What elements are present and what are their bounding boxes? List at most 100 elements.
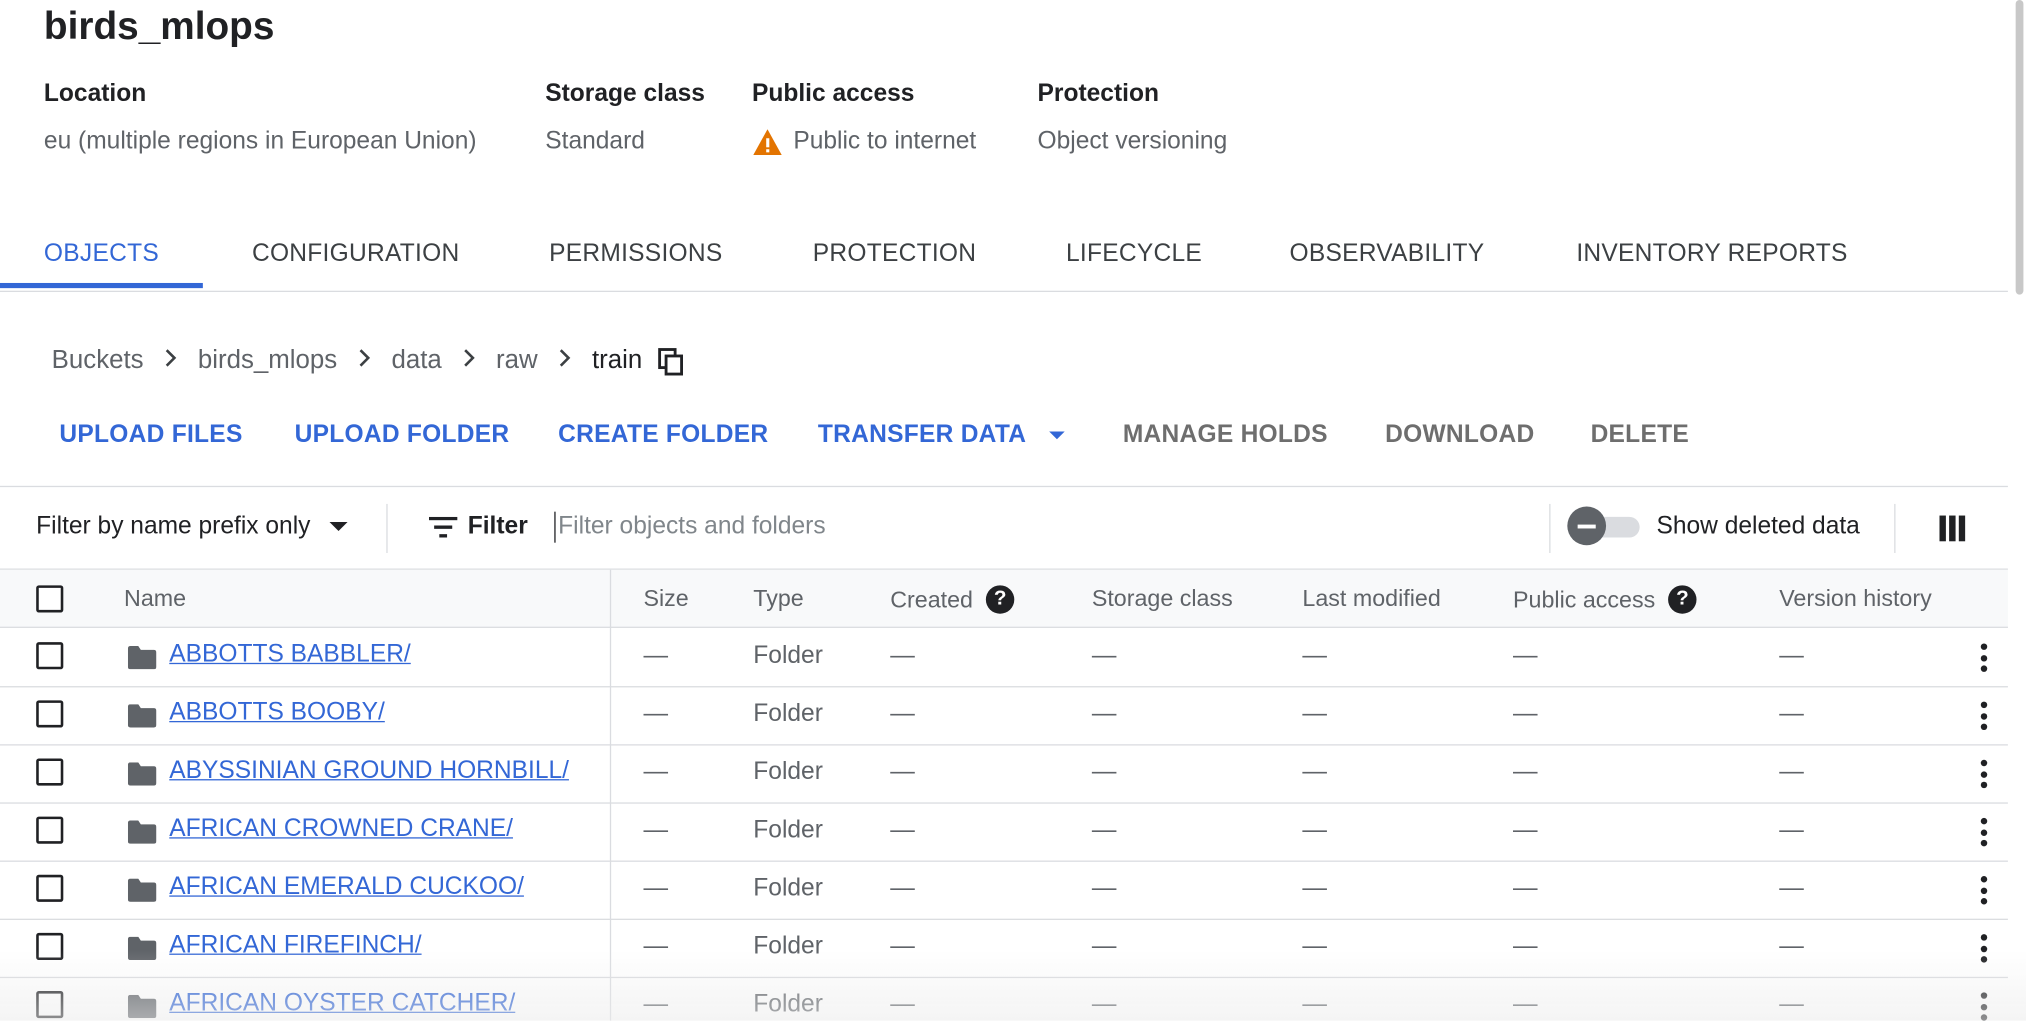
tab-configuration[interactable]: CONFIGURATION xyxy=(252,240,459,268)
more-vert-icon[interactable] xyxy=(1978,992,1988,1021)
table-row[interactable]: AFRICAN CROWNED CRANE/ — Folder — — — — — xyxy=(0,802,2008,862)
cell-storage-class: — xyxy=(1091,991,1117,1019)
more-vert-icon[interactable] xyxy=(1978,759,1988,789)
tab-observability[interactable]: OBSERVABILITY xyxy=(1290,240,1485,268)
column-display-icon[interactable] xyxy=(1939,515,1966,542)
breadcrumb-bucket[interactable]: birds_mlops xyxy=(198,346,337,376)
table-row[interactable]: ABBOTTS BOOBY/ — Folder — — — — — xyxy=(0,686,2008,746)
row-checkbox[interactable] xyxy=(36,991,64,1019)
column-version-history[interactable]: Version history xyxy=(1779,585,1932,612)
column-name[interactable]: Name xyxy=(124,585,186,612)
location-info: Location eu (multiple regions in Europea… xyxy=(44,80,477,156)
cell-storage-class: — xyxy=(1091,758,1117,786)
column-created[interactable]: Created ? xyxy=(890,585,1015,614)
page-scrollbar[interactable] xyxy=(2015,0,2024,295)
manage-holds-button[interactable]: MANAGE HOLDS xyxy=(1123,421,1328,449)
chevron-right-icon xyxy=(558,348,571,375)
cell-version-history: — xyxy=(1779,874,1804,902)
cell-type: Folder xyxy=(753,874,823,902)
more-vert-icon[interactable] xyxy=(1978,817,1988,847)
folder-link[interactable]: AFRICAN OYSTER CATCHER/ xyxy=(169,990,515,1018)
cell-public-access: — xyxy=(1513,932,1538,961)
bucket-details-page: birds_mlops Location eu (multiple region… xyxy=(0,0,2026,1021)
breadcrumb-raw[interactable]: raw xyxy=(496,346,538,376)
column-public-access[interactable]: Public access ? xyxy=(1513,585,1697,614)
cell-storage-class: — xyxy=(1091,700,1117,728)
cell-created: — xyxy=(890,816,915,844)
folder-icon xyxy=(127,704,157,728)
column-storage-class[interactable]: Storage class xyxy=(1092,585,1233,612)
folder-link[interactable]: ABBOTTS BABBLER/ xyxy=(169,641,410,669)
cell-public-access: — xyxy=(1513,642,1538,670)
tab-objects[interactable]: OBJECTS xyxy=(44,240,159,268)
table-row[interactable]: AFRICAN EMERALD CUCKOO/ — Folder — — — — — xyxy=(0,861,2008,920)
filter-list-icon xyxy=(428,516,458,538)
column-last-modified[interactable]: Last modified xyxy=(1302,585,1440,612)
cell-size: — xyxy=(643,932,669,961)
chevron-right-icon xyxy=(164,348,177,375)
cell-version-history: — xyxy=(1779,700,1804,728)
public-access-info: Public access Public to internet xyxy=(752,80,976,156)
cell-type: Folder xyxy=(753,758,823,786)
delete-button[interactable]: DELETE xyxy=(1591,421,1689,449)
row-checkbox[interactable] xyxy=(36,700,64,728)
folder-link[interactable]: AFRICAN CROWNED CRANE/ xyxy=(169,815,513,843)
folder-link[interactable]: ABYSSINIAN GROUND HORNBILL/ xyxy=(169,757,569,785)
tab-lifecycle[interactable]: LIFECYCLE xyxy=(1066,240,1202,268)
breadcrumb-buckets[interactable]: Buckets xyxy=(52,346,144,376)
show-deleted-toggle[interactable] xyxy=(1567,506,1642,546)
help-icon[interactable]: ? xyxy=(985,585,1015,614)
upload-files-button[interactable]: UPLOAD FILES xyxy=(59,421,242,449)
cell-storage-class: — xyxy=(1091,642,1117,670)
cell-size: — xyxy=(643,874,669,902)
row-checkbox[interactable] xyxy=(36,816,64,844)
table-header: Name Size Type Created ? Storage class L… xyxy=(0,569,2008,628)
select-all-checkbox[interactable] xyxy=(36,585,64,613)
cell-size: — xyxy=(643,991,669,1019)
download-button[interactable]: DOWNLOAD xyxy=(1385,421,1534,449)
column-type[interactable]: Type xyxy=(753,585,803,612)
folder-link[interactable]: AFRICAN EMERALD CUCKOO/ xyxy=(169,873,524,901)
table-row[interactable]: AFRICAN OYSTER CATCHER/ — Folder — — — — — xyxy=(0,977,2008,1021)
warning-icon xyxy=(753,129,782,156)
more-vert-icon[interactable] xyxy=(1978,934,1988,963)
copy-icon[interactable] xyxy=(658,347,684,375)
upload-folder-button[interactable]: UPLOAD FOLDER xyxy=(295,421,510,449)
row-checkbox[interactable] xyxy=(36,642,64,670)
folder-link[interactable]: ABBOTTS BOOBY/ xyxy=(169,699,385,727)
help-icon[interactable]: ? xyxy=(1668,585,1697,614)
row-checkbox[interactable] xyxy=(36,932,64,961)
tab-protection[interactable]: PROTECTION xyxy=(813,240,977,268)
divider xyxy=(1894,503,1896,554)
folder-link[interactable]: AFRICAN FIREFINCH/ xyxy=(169,932,421,960)
cell-created: — xyxy=(890,700,915,728)
location-label: Location xyxy=(43,80,147,108)
cell-version-history: — xyxy=(1779,816,1804,844)
cell-type: Folder xyxy=(753,816,823,844)
table-row[interactable]: AFRICAN FIREFINCH/ — Folder — — — — — xyxy=(0,919,2008,979)
folder-icon xyxy=(127,878,157,902)
more-vert-icon[interactable] xyxy=(1978,643,1988,672)
filter-input[interactable] xyxy=(554,511,1543,543)
transfer-data-button[interactable]: TRANSFER DATA xyxy=(818,421,1066,449)
breadcrumb: Buckets birds_mlops data raw train xyxy=(52,346,684,376)
tab-permissions[interactable]: PERMISSIONS xyxy=(549,240,722,268)
breadcrumb-data[interactable]: data xyxy=(391,346,441,376)
table-row[interactable]: ABYSSINIAN GROUND HORNBILL/ — Folder — — — — — xyxy=(0,744,2008,804)
more-vert-icon[interactable] xyxy=(1978,701,1988,731)
filter-button[interactable]: Filter xyxy=(428,513,528,541)
table-row[interactable]: ABBOTTS BABBLER/ — Folder — — — — — xyxy=(0,628,2008,688)
row-checkbox[interactable] xyxy=(36,758,64,786)
transfer-data-label: TRANSFER DATA xyxy=(817,421,1026,449)
column-size[interactable]: Size xyxy=(643,585,688,612)
filter-mode-select[interactable]: Filter by name prefix only xyxy=(36,513,348,541)
row-checkbox[interactable] xyxy=(36,874,64,902)
more-vert-icon[interactable] xyxy=(1978,876,1988,905)
protection-info: Protection Object versioning xyxy=(1038,80,1228,156)
cell-created: — xyxy=(890,874,915,902)
create-folder-button[interactable]: CREATE FOLDER xyxy=(558,421,768,449)
cell-public-access: — xyxy=(1513,758,1538,786)
cell-last-modified: — xyxy=(1302,991,1327,1019)
show-deleted-label: Show deleted data xyxy=(1656,512,1860,541)
tab-inventory-reports[interactable]: INVENTORY REPORTS xyxy=(1576,240,1847,268)
